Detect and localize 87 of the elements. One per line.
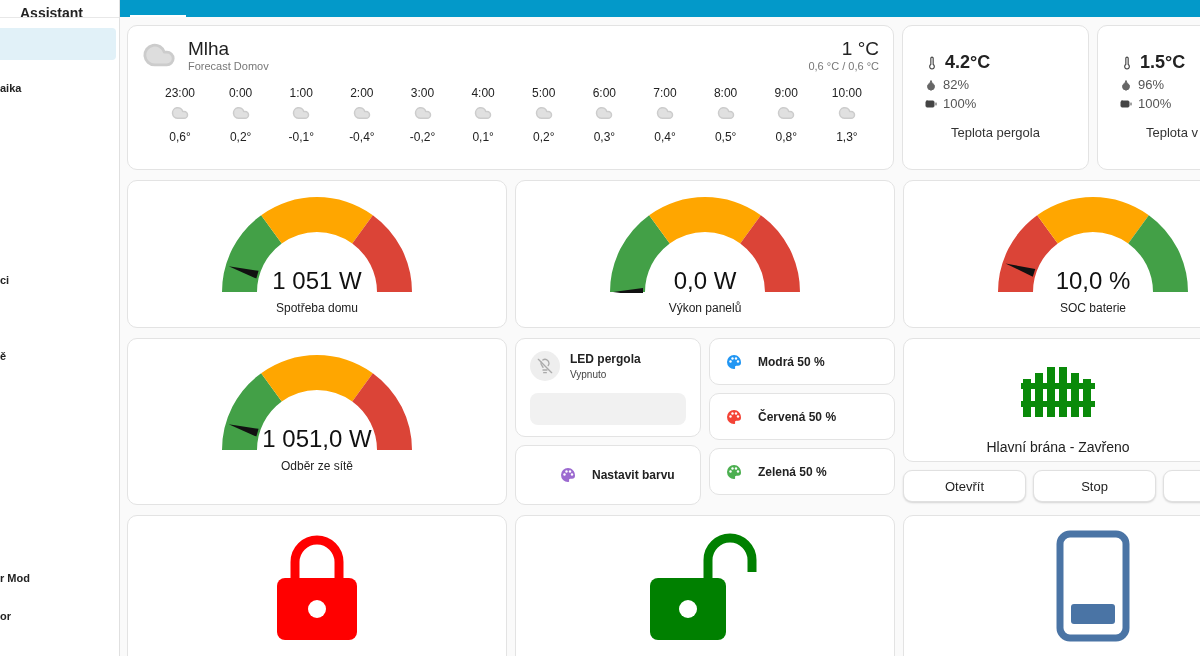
forecast-temperature: 0,1° [472,130,494,144]
set-color-label: Nastavit barvu [592,468,675,482]
forecast-temperature: 0,4° [654,130,676,144]
cloud-icon [474,104,493,122]
gate-button[interactable]: Otevřít [903,470,1026,502]
cloud-icon [231,104,250,122]
forecast-time: 9:00 [774,86,798,100]
light-name: LED pergola [570,352,641,366]
set-color-card[interactable]: Nastavit barvu [515,445,701,505]
forecast-temperature: 0,2° [229,130,252,144]
sidebar-item[interactable]: ci [0,264,116,296]
droplet-icon [1120,78,1132,91]
cloud-icon [292,104,311,122]
light-card[interactable]: LED pergola Vypnuto [515,338,701,437]
lock-card[interactable] [127,515,507,656]
sensor-name: Teplota pergola [950,125,1041,140]
sensor-battery: 100% [943,96,977,111]
forecast-temperature: 0,2° [533,130,555,144]
forecast-time: 5:00 [532,86,556,100]
forecast-temperature: 0,8° [775,130,797,144]
sensor-card[interactable]: 1.5°C 96% 100% Teplota v [1097,25,1200,170]
gate-button[interactable]: Stop [1033,470,1156,502]
color-scene-label: Zelená 50 % [758,464,827,479]
forecast-time: 23:00 [165,86,195,100]
gauge-label: SOC baterie [1060,301,1126,315]
cloud-icon [171,104,189,122]
forecast-temperature: 0,3° [593,130,616,144]
temperature-range: 0,6 °C / 0,6 °C [808,60,879,72]
forecast-temperature: -0,2° [409,130,436,144]
gate-card[interactable]: Hlavní brána - Zavřeno [903,338,1200,462]
sensor-name: Teplota v [1145,125,1200,140]
forecast-time: 0:00 [228,86,253,100]
forecast-temperature: 0,5° [714,130,737,144]
color-scene-card[interactable]: Zelená 50 % [709,448,895,495]
forecast-time: 3:00 [410,86,435,100]
sensor-temperature: 1.5°C [1140,52,1186,73]
battery-icon [925,97,937,110]
forecast-time: 2:00 [350,86,374,100]
light-state: Vypnuto [570,369,608,380]
battery-icon [1120,97,1132,110]
weather-card[interactable]: Mlha Forecast Domov 1 °C 0,6 °C / 0,6 °C 23:00 0,6° 0:00 0,2° 1:00 -0,1° 2:00 -0,4° 3:00 -0,2° 4:00 0,1° 5:00 0,2° 6:00 0,3° 7:00 0,4° 8:00 0,5° 9:00 0,8° 10:00 1,3° [127,25,894,170]
forecast-time: 6:00 [592,86,617,100]
weather-subtitle: Forecast Domov [188,60,269,72]
sensor-humidity: 82% [943,77,970,92]
forecast-time: 8:00 [713,86,738,100]
cloud-icon [837,104,856,122]
forecast-temperature: 1,3° [836,130,858,144]
forecast-temperature: 0,6° [169,130,191,144]
gauge-label: Spotřeba domu [275,301,359,315]
weather-temperature: 1 °C [841,38,879,60]
cloud-icon [777,104,796,122]
gauge-label: Výkon panelů [668,301,742,315]
sensor-card[interactable]: 4.2°C 82% 100% Teplota pergola [902,25,1089,170]
forecast-time: 10:00 [831,86,862,100]
forecast-time: 1:00 [289,86,313,100]
cloud-icon [595,104,614,122]
forecast-time: 4:00 [471,86,495,100]
gauge-value: 10,0 % [1055,267,1131,295]
gauge-value: 0,0 W [673,267,737,295]
color-scene-card[interactable]: Modrá 50 % [709,338,895,385]
forecast-time: 7:00 [653,86,677,100]
gauge-value: 1 051 W [272,267,362,295]
sensor-battery: 100% [1138,96,1172,111]
sidebar-item[interactable]: r Mod [0,562,116,594]
color-scene-card[interactable]: Červená 50 % [709,393,895,440]
sidebar-item[interactable]: aika [0,72,116,104]
sensor-humidity: 96% [1138,77,1165,92]
sensor-temperature: 4.2°C [945,52,991,73]
droplet-icon [925,78,937,91]
sidebar-item[interactable]: ě [0,340,116,372]
gate-status: Hlavní brána - Zavřeno [986,439,1130,455]
cloud-icon [534,104,553,122]
cloud-icon [352,104,371,122]
forecast-temperature: -0,1° [288,130,314,144]
color-scene-label: Červená 50 % [758,409,837,424]
sidebar-item[interactable]: or [0,600,116,632]
weather-condition: Mlha [188,38,231,60]
tab-indicator [130,15,186,17]
cloud-icon [656,104,674,122]
cloud-icon [413,104,432,122]
gauge-label: Odběr ze sítě [280,459,353,473]
color-scene-label: Modrá 50 % [758,354,825,369]
fence-icon [1021,367,1095,417]
forecast-temperature: -0,4° [349,130,375,144]
lock-card[interactable] [515,515,895,656]
cloud-icon [716,104,735,122]
gauge-value: 1 051,0 W [262,425,372,453]
